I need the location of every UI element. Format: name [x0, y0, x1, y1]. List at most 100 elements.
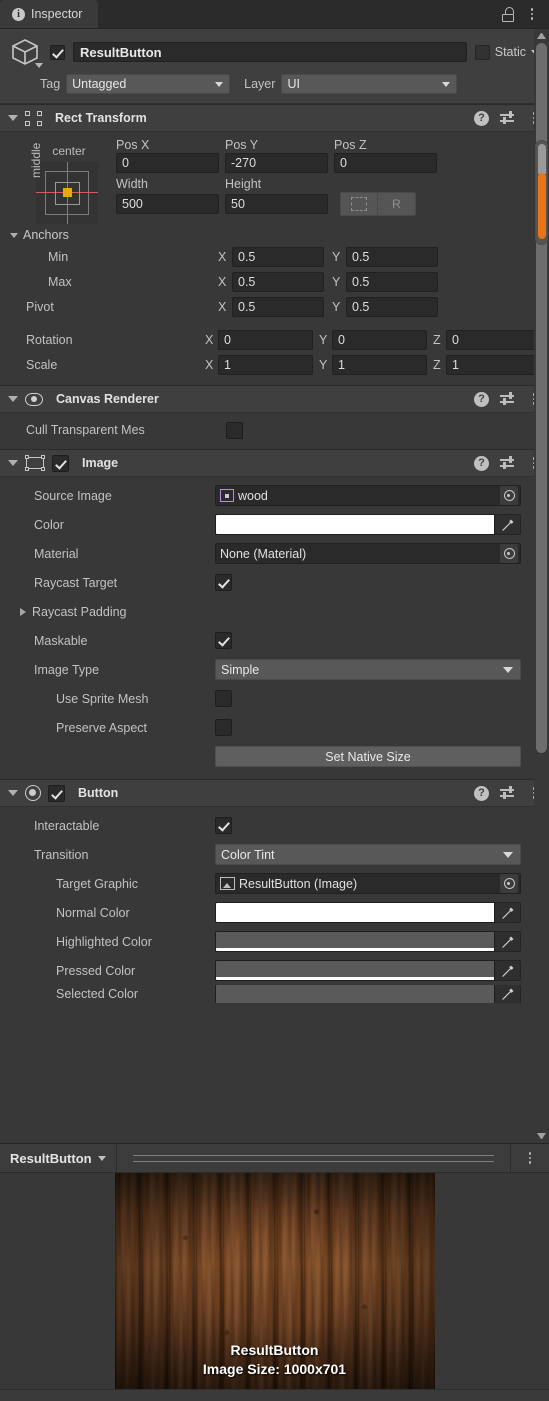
- anchor-min-x-input[interactable]: 0.5: [232, 246, 324, 267]
- anchor-max-y-input[interactable]: 0.5: [346, 271, 438, 292]
- color-field[interactable]: [215, 514, 521, 535]
- help-icon[interactable]: ?: [474, 785, 489, 801]
- object-picker-button[interactable]: [500, 486, 518, 505]
- image-type-dropdown[interactable]: Simple: [215, 659, 521, 680]
- pos-x-label: Pos X: [116, 138, 150, 152]
- object-picker-button[interactable]: [500, 544, 518, 563]
- help-icon[interactable]: ?: [474, 391, 489, 407]
- pos-y-input[interactable]: -270: [225, 153, 328, 173]
- image-enabled-checkbox[interactable]: [52, 454, 69, 472]
- component-title: Image: [82, 456, 119, 470]
- tag-value: Untagged: [72, 77, 127, 91]
- anchor-preset-diagram[interactable]: middle: [29, 143, 98, 224]
- eyedropper-icon[interactable]: [495, 514, 521, 535]
- gameobject-name-input[interactable]: ResultButton: [73, 42, 467, 62]
- foldout-arrow-icon[interactable]: [8, 790, 18, 796]
- nested-scrollbar[interactable]: [535, 140, 548, 245]
- eyedropper-icon[interactable]: [495, 902, 521, 923]
- gameobject-icon-dropdown-caret[interactable]: [35, 63, 43, 68]
- pos-x-input[interactable]: 0: [116, 153, 219, 173]
- tag-dropdown[interactable]: Untagged: [66, 74, 231, 94]
- highlighted-color-field[interactable]: [215, 931, 521, 952]
- anchor-min-y-input[interactable]: 0.5: [346, 246, 438, 267]
- anchor-preset-widget[interactable]: center middle: [8, 138, 116, 224]
- eyedropper-icon[interactable]: [495, 960, 521, 981]
- eyedropper-icon[interactable]: [495, 931, 521, 952]
- kebab-menu-icon[interactable]: [523, 1150, 537, 1166]
- preview-title-dropdown[interactable]: ResultButton: [0, 1143, 117, 1173]
- object-picker-button[interactable]: [500, 874, 518, 893]
- color-swatch[interactable]: [215, 514, 495, 535]
- gameobject-name-row: ResultButton Static: [10, 37, 539, 68]
- pivot-y-input[interactable]: 0.5: [346, 296, 438, 317]
- preset-icon[interactable]: [500, 786, 516, 800]
- component-header-button[interactable]: Button ?: [0, 779, 549, 807]
- static-checkbox[interactable]: [474, 44, 490, 60]
- blueprint-mode-button[interactable]: [340, 192, 378, 216]
- kebab-menu-icon[interactable]: [525, 6, 539, 22]
- rotation-x-input[interactable]: 0: [218, 329, 313, 350]
- scale-y-input[interactable]: 1: [332, 354, 427, 375]
- component-header-canvas-renderer[interactable]: Canvas Renderer ?: [0, 385, 549, 413]
- foldout-arrow-icon[interactable]: [8, 115, 18, 121]
- height-input[interactable]: 50: [225, 194, 328, 214]
- pos-z-input[interactable]: 0: [334, 153, 437, 173]
- axis-y-label: Y: [332, 249, 341, 264]
- material-object-field[interactable]: None (Material): [215, 543, 521, 564]
- chevron-down-icon[interactable]: [97, 1155, 106, 1161]
- eyedropper-icon[interactable]: [495, 985, 521, 1003]
- component-header-rect-transform[interactable]: Rect Transform ?: [0, 104, 549, 132]
- color-swatch[interactable]: [215, 985, 495, 1003]
- transition-dropdown[interactable]: Color Tint: [215, 844, 521, 865]
- foldout-arrow-icon[interactable]: [10, 232, 18, 238]
- gameobject-enabled-checkbox[interactable]: [50, 44, 65, 60]
- rotation-z-input[interactable]: 0: [446, 329, 541, 350]
- anchor-max-x-input[interactable]: 0.5: [232, 271, 324, 292]
- maskable-checkbox[interactable]: [215, 632, 232, 649]
- preset-icon[interactable]: [500, 392, 516, 406]
- component-header-image[interactable]: Image ?: [0, 449, 549, 477]
- scroll-up-arrow-icon[interactable]: [537, 33, 546, 39]
- axis-x-label: X: [204, 357, 214, 372]
- button-enabled-checkbox[interactable]: [48, 784, 65, 802]
- pressed-color-field[interactable]: [215, 960, 521, 981]
- help-icon[interactable]: ?: [474, 455, 489, 471]
- selected-color-field[interactable]: [215, 985, 521, 1003]
- preset-icon[interactable]: [500, 456, 516, 470]
- anchors-foldout[interactable]: Anchors: [10, 228, 541, 242]
- material-row: Material None (Material): [8, 539, 541, 568]
- raw-edit-mode-button[interactable]: R: [378, 192, 416, 216]
- color-swatch[interactable]: [215, 960, 495, 981]
- static-toggle-group[interactable]: Static: [474, 44, 539, 60]
- preview-options-button[interactable]: [510, 1143, 549, 1173]
- color-swatch[interactable]: [215, 931, 495, 952]
- raycast-target-checkbox[interactable]: [215, 574, 232, 591]
- cull-transparent-mesh-checkbox[interactable]: [226, 421, 243, 439]
- scale-x-input[interactable]: 1: [218, 354, 313, 375]
- interactable-checkbox[interactable]: [215, 817, 232, 834]
- rotation-y-input[interactable]: 0: [332, 329, 427, 350]
- help-icon[interactable]: ?: [474, 110, 489, 126]
- foldout-arrow-icon[interactable]: [8, 396, 18, 402]
- preserve-aspect-checkbox[interactable]: [215, 719, 232, 736]
- scale-z-input[interactable]: 1: [446, 354, 541, 375]
- use-sprite-mesh-checkbox[interactable]: [215, 690, 232, 707]
- normal-color-field[interactable]: [215, 902, 521, 923]
- raycast-padding-foldout[interactable]: Raycast Padding: [8, 605, 215, 619]
- lock-open-icon[interactable]: [501, 6, 515, 22]
- scroll-down-arrow-icon[interactable]: [537, 1133, 546, 1139]
- preset-icon[interactable]: [500, 111, 516, 125]
- raycast-padding-row[interactable]: Raycast Padding: [8, 597, 541, 626]
- source-image-object-field[interactable]: wood: [215, 485, 521, 506]
- tab-inspector[interactable]: i Inspector: [0, 0, 99, 28]
- foldout-arrow-icon[interactable]: [20, 607, 26, 616]
- color-swatch[interactable]: [215, 902, 495, 923]
- foldout-arrow-icon[interactable]: [8, 460, 18, 466]
- nested-scrollbar-thumb[interactable]: [538, 173, 546, 239]
- layer-dropdown[interactable]: UI: [281, 74, 458, 94]
- preview-drag-handle[interactable]: [117, 1144, 510, 1173]
- pivot-x-input[interactable]: 0.5: [232, 296, 324, 317]
- set-native-size-button[interactable]: Set Native Size: [215, 746, 521, 767]
- target-graphic-object-field[interactable]: ResultButton (Image): [215, 873, 521, 894]
- width-input[interactable]: 500: [116, 194, 219, 214]
